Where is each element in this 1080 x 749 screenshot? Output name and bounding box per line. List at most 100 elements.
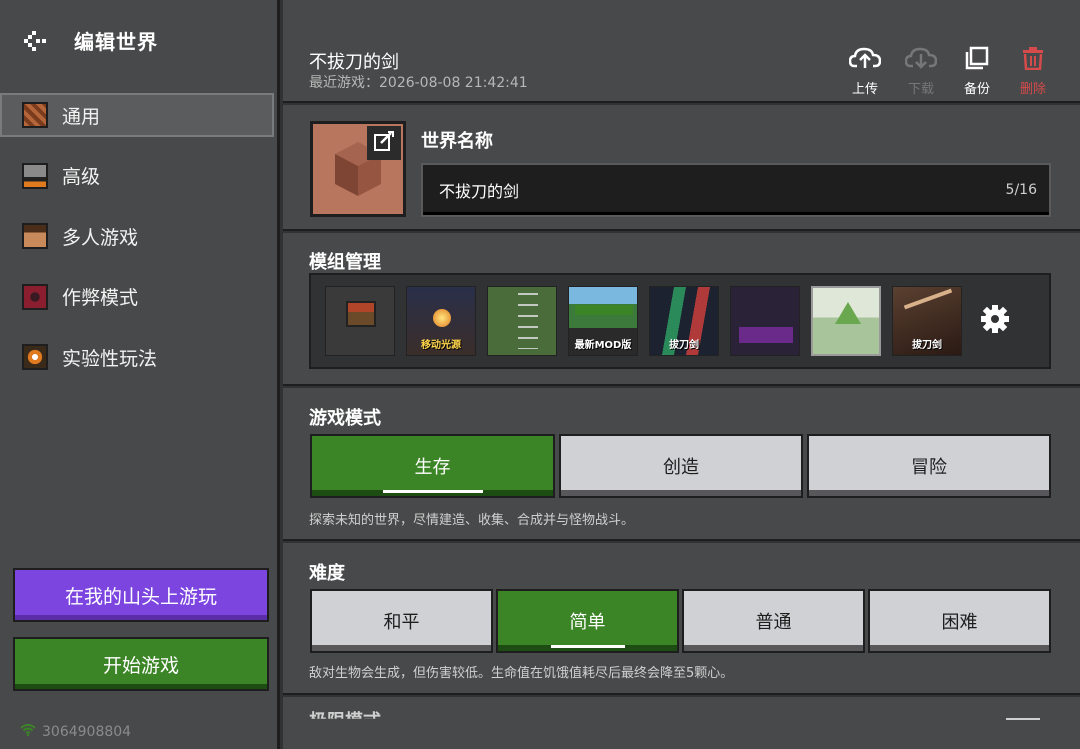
difficulty-easy[interactable]: 简单	[496, 589, 679, 653]
mod-tile[interactable]: 拔刀剑	[892, 286, 962, 356]
upload-button[interactable]: 上传	[848, 46, 882, 97]
game-mode-selector: 生存 创造 冒险	[310, 434, 1051, 498]
player-head-icon	[22, 223, 48, 249]
game-mode-description: 探索未知的世界，尽情建造、收集、合成并与怪物战斗。	[309, 513, 635, 528]
difficulty-label: 普通	[755, 612, 792, 633]
difficulty-selector: 和平 简单 普通 困难	[310, 589, 1051, 653]
game-mode-section: 游戏模式 生存 创造 冒险 探索未知的世界，尽情建造、收集、合成并与怪物战斗。	[283, 388, 1080, 541]
command-block-icon	[22, 102, 48, 128]
mod-tile[interactable]	[325, 286, 395, 356]
difficulty-label: 和平	[383, 612, 420, 633]
delete-button[interactable]: 删除	[1016, 46, 1050, 97]
sidebar: 编辑世界 通用 高级 多人游戏 作弊模式 实验性玩法 在我的山头上游玩 开始游戏…	[0, 0, 280, 749]
mod-caption: 拔刀剑	[669, 340, 699, 351]
mod-caption: 最新MOD版	[574, 340, 632, 351]
wifi-icon	[20, 724, 36, 740]
mod-tile[interactable]	[811, 286, 881, 356]
mods-section-title: 模组管理	[309, 252, 381, 273]
difficulty-title: 难度	[309, 563, 345, 584]
cheat-block-icon	[22, 283, 48, 310]
game-mode-label: 冒险	[911, 457, 947, 478]
mod-stats-icon	[518, 293, 538, 349]
sidebar-title: 编辑世界	[74, 30, 158, 54]
mod-list: 移动光源 最新MOD版 拔刀剑 拔刀剑	[309, 273, 1051, 369]
difficulty-section: 难度 和平 简单 普通 困难 敌对生物会生成，但伤害较低。生命值在饥饿值耗尽后最…	[283, 543, 1080, 695]
main-panel: 不拔刀的剑 最近游戏：2026-08-08 21:42:41 上传 下载 备份 …	[283, 0, 1080, 749]
selected-indicator	[550, 645, 625, 648]
mod-slash-blade-2-icon	[903, 288, 953, 310]
mod-tile[interactable]: 最新MOD版	[568, 286, 638, 356]
difficulty-label: 困难	[941, 612, 978, 633]
mod-caption: 移动光源	[421, 340, 461, 351]
mod-craft-table-icon	[346, 301, 376, 327]
mod-moving-light-icon	[433, 309, 451, 327]
sidebar-item-multiplayer[interactable]: 多人游戏	[0, 214, 277, 258]
mod-tile[interactable]	[730, 286, 800, 356]
edit-icon	[373, 130, 395, 156]
difficulty-normal[interactable]: 普通	[682, 589, 865, 653]
selected-indicator	[382, 490, 483, 493]
furnace-icon	[22, 162, 48, 189]
gear-icon	[980, 304, 1010, 338]
backup-button[interactable]: 备份	[960, 46, 994, 97]
game-mode-label: 生存	[414, 457, 451, 478]
sidebar-item-advanced[interactable]: 高级	[0, 154, 277, 198]
sidebar-item-label: 通用	[62, 105, 101, 128]
download-label: 下载	[907, 82, 934, 97]
world-name-input[interactable]: 不拔刀的剑 5/16	[421, 163, 1051, 217]
hardcore-section: 极限模式	[283, 697, 1080, 749]
connection-status: 3064908804	[20, 724, 131, 740]
download-icon	[904, 46, 938, 74]
play-on-realm-button[interactable]: 在我的山头上游玩	[13, 568, 269, 622]
difficulty-label: 简单	[569, 612, 606, 633]
game-mode-survival[interactable]: 生存	[310, 434, 555, 498]
sidebar-item-experimental[interactable]: 实验性玩法	[0, 335, 277, 379]
start-game-button[interactable]: 开始游戏	[13, 637, 269, 691]
sidebar-item-cheats[interactable]: 作弊模式	[0, 275, 277, 319]
mod-tile[interactable]: 拔刀剑	[649, 286, 719, 356]
upload-label: 上传	[851, 82, 878, 97]
difficulty-hard[interactable]: 困难	[868, 589, 1051, 653]
delete-label: 删除	[1019, 82, 1046, 97]
game-mode-title: 游戏模式	[309, 408, 381, 429]
world-thumbnail[interactable]	[310, 121, 406, 217]
mod-better-grass-icon	[835, 302, 861, 324]
toggle-indicator[interactable]	[1006, 718, 1040, 720]
edit-thumbnail-button[interactable]	[367, 126, 401, 160]
sidebar-item-label: 实验性玩法	[62, 347, 158, 370]
sidebar-nav: 通用 高级 多人游戏 作弊模式 实验性玩法	[0, 93, 277, 396]
world-name-label: 世界名称	[421, 131, 493, 152]
mods-section: 模组管理 移动光源 最新MOD版 拔刀剑 拔刀剑	[283, 233, 1080, 386]
sidebar-item-general[interactable]: 通用	[0, 93, 274, 137]
game-mode-label: 创造	[663, 457, 699, 478]
mod-tile[interactable]: 移动光源	[406, 286, 476, 356]
last-played-timestamp: 最近游戏：2026-08-08 21:42:41	[309, 75, 528, 91]
back-row: 编辑世界	[22, 26, 158, 55]
game-mode-adventure[interactable]: 冒险	[807, 434, 1051, 498]
trash-icon	[1020, 46, 1046, 74]
world-title: 不拔刀的剑	[309, 52, 399, 73]
game-mode-creative[interactable]: 创造	[559, 434, 803, 498]
backup-label: 备份	[963, 82, 990, 97]
world-name-value: 不拔刀的剑	[439, 182, 520, 201]
sidebar-item-label: 作弊模式	[62, 287, 139, 309]
sidebar-item-label: 多人游戏	[62, 226, 139, 249]
experimental-icon	[22, 344, 48, 370]
difficulty-description: 敌对生物会生成，但伤害较低。生命值在饥饿值耗尽后最终会降至5颗心。	[309, 666, 734, 681]
backup-icon	[963, 46, 991, 74]
header-actions: 上传 下载 备份 删除	[848, 46, 1050, 97]
mod-chain-gather-icon	[575, 305, 633, 315]
difficulty-peaceful[interactable]: 和平	[310, 589, 493, 653]
mod-tile[interactable]	[487, 286, 557, 356]
world-header: 不拔刀的剑 最近游戏：2026-08-08 21:42:41 上传 下载 备份 …	[283, 0, 1080, 103]
mod-caption: 拔刀剑	[912, 340, 942, 351]
mod-dark-icon	[739, 327, 793, 343]
mod-settings-button[interactable]	[977, 303, 1013, 339]
sidebar-item-label: 高级	[62, 166, 101, 188]
connection-id: 3064908804	[42, 724, 132, 740]
hardcore-title: 极限模式	[309, 711, 381, 732]
download-button[interactable]: 下载	[904, 46, 938, 97]
upload-icon	[848, 46, 882, 74]
char-count: 5/16	[1005, 182, 1037, 198]
back-arrow-icon[interactable]	[22, 28, 54, 54]
